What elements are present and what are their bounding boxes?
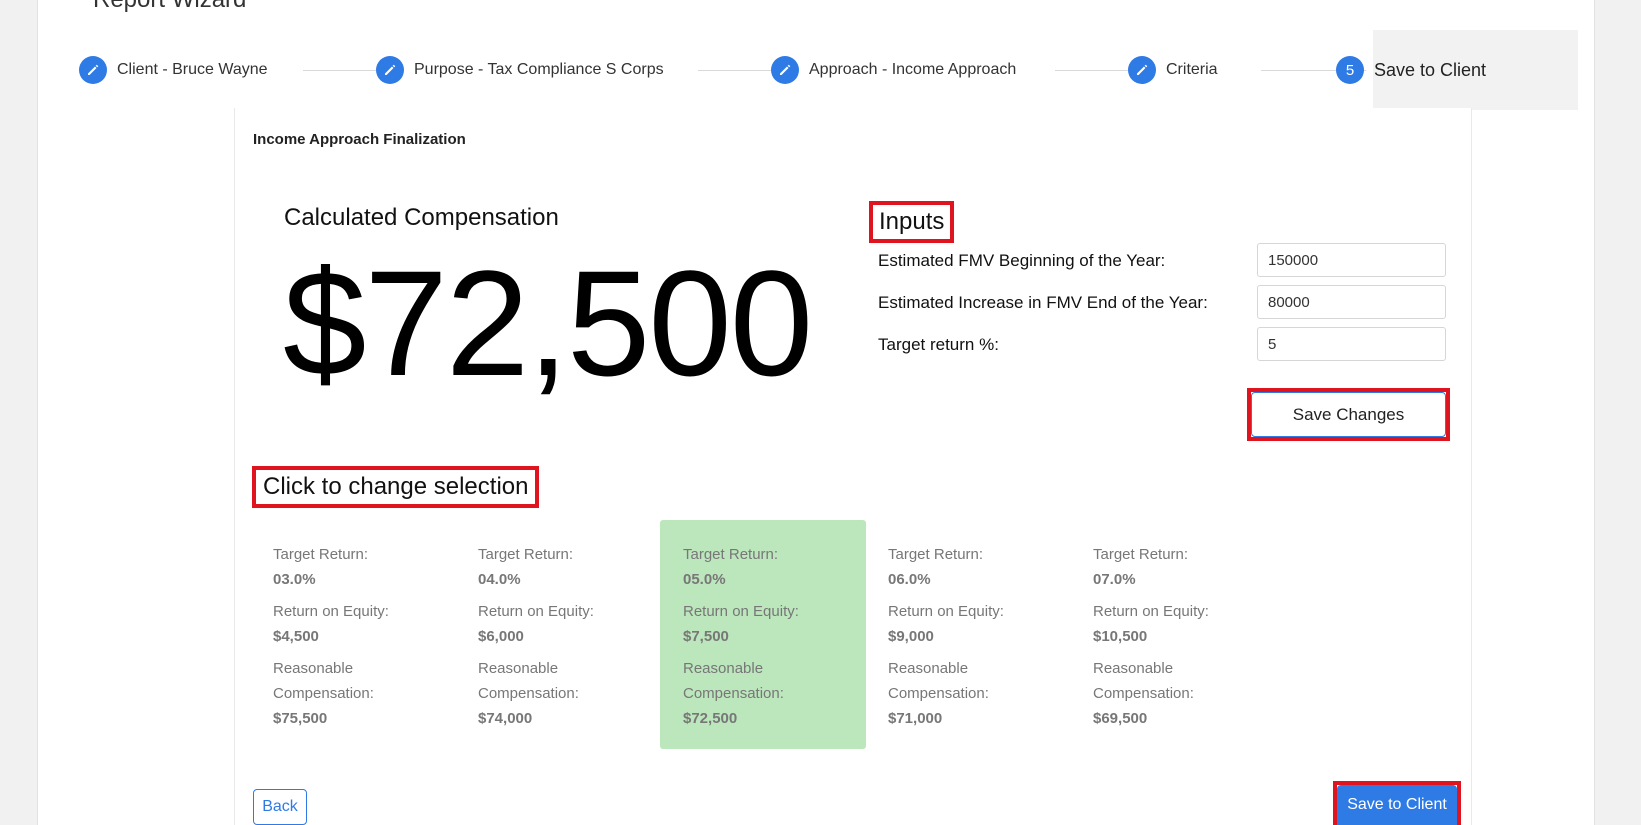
calculated-compensation-label: Calculated Compensation	[284, 204, 559, 231]
target-return-label: Target return %:	[878, 335, 999, 354]
compensation-label-line2: Compensation:	[888, 685, 989, 702]
pencil-icon	[771, 56, 799, 84]
pencil-icon	[79, 56, 107, 84]
wizard-stepper: Client - Bruce Wayne Purpose - Tax Compl…	[38, 30, 1596, 110]
back-button[interactable]: Back	[253, 789, 307, 825]
step-label: Purpose - Tax Compliance S Corps	[414, 61, 664, 78]
compensation-label-line2: Compensation:	[1093, 685, 1194, 702]
target-return-label: Target Return:	[1093, 546, 1189, 563]
compensation-value: $71,000	[888, 710, 943, 727]
target-return-value: 07.0%	[1093, 571, 1136, 588]
target-return-value: 04.0%	[478, 571, 521, 588]
compensation-label-line2: Compensation:	[478, 685, 579, 702]
compensation-value: $72,500	[683, 710, 738, 727]
target-return-label: Target Return:	[888, 546, 984, 563]
step-label: Save to Client	[1374, 59, 1487, 80]
step-number: 5	[1336, 56, 1364, 84]
report-wizard-card: Report Wizard Client - Bruce Wayne Purpo…	[37, 0, 1595, 825]
option-card-6pct[interactable]: Target Return: 06.0% Return on Equity: $…	[865, 520, 1071, 749]
step-label: Criteria	[1166, 61, 1218, 78]
roe-value: $7,500	[683, 628, 729, 645]
compensation-value: $75,500	[273, 710, 328, 727]
page-title: Report Wizard	[93, 0, 246, 14]
compensation-label-line1: Reasonable	[273, 660, 354, 677]
save-changes-button[interactable]: Save Changes	[1251, 392, 1446, 437]
fmv-beginning-label: Estimated FMV Beginning of the Year:	[878, 251, 1166, 270]
compensation-label-line1: Reasonable	[888, 660, 969, 677]
compensation-label-line1: Reasonable	[683, 660, 764, 677]
fmv-increase-label: Estimated Increase in FMV End of the Yea…	[878, 293, 1208, 312]
roe-value: $9,000	[888, 628, 934, 645]
roe-label: Return on Equity:	[1093, 603, 1209, 620]
target-return-label: Target Return:	[683, 546, 779, 563]
roe-label: Return on Equity:	[888, 603, 1004, 620]
option-card-3pct[interactable]: Target Return: 03.0% Return on Equity: $…	[250, 520, 456, 749]
pencil-icon	[376, 56, 404, 84]
target-return-value: 06.0%	[888, 571, 931, 588]
roe-label: Return on Equity:	[478, 603, 594, 620]
target-return-label: Target Return:	[273, 546, 369, 563]
compensation-value: $69,500	[1093, 710, 1148, 727]
roe-value: $10,500	[1093, 628, 1148, 645]
step-save-to-client[interactable]: 5 Save to Client	[1336, 55, 1496, 85]
step-label: Client - Bruce Wayne	[117, 61, 268, 78]
roe-label: Return on Equity:	[683, 603, 799, 620]
roe-value: $6,000	[478, 628, 524, 645]
target-return-input[interactable]	[1257, 327, 1446, 361]
income-approach-panel: Income Approach Finalization Calculated …	[234, 108, 1472, 825]
target-return-label: Target Return:	[478, 546, 574, 563]
calculated-compensation-value: $72,500	[283, 239, 813, 407]
option-card-7pct[interactable]: Target Return: 07.0% Return on Equity: $…	[1070, 520, 1276, 749]
target-return-value: 05.0%	[683, 571, 726, 588]
option-card-5pct[interactable]: Target Return: 05.0% Return on Equity: $…	[660, 520, 866, 749]
step-purpose[interactable]: Purpose - Tax Compliance S Corps	[376, 55, 674, 85]
inputs-heading: Inputs	[869, 201, 955, 243]
compensation-value: $74,000	[478, 710, 533, 727]
step-client[interactable]: Client - Bruce Wayne	[79, 55, 278, 85]
step-criteria[interactable]: Criteria	[1128, 55, 1228, 85]
section-title: Income Approach Finalization	[253, 131, 466, 148]
fmv-increase-input[interactable]	[1257, 285, 1446, 319]
pencil-icon	[1128, 56, 1156, 84]
compensation-label-line1: Reasonable	[1093, 660, 1174, 677]
roe-value: $4,500	[273, 628, 319, 645]
compensation-label-line2: Compensation:	[683, 685, 784, 702]
change-selection-heading: Click to change selection	[252, 466, 540, 508]
target-return-value: 03.0%	[273, 571, 316, 588]
option-card-4pct[interactable]: Target Return: 04.0% Return on Equity: $…	[455, 520, 661, 749]
compensation-label-line2: Compensation:	[273, 685, 374, 702]
step-approach[interactable]: Approach - Income Approach	[771, 55, 1027, 85]
fmv-beginning-input[interactable]	[1257, 243, 1446, 277]
compensation-label-line1: Reasonable	[478, 660, 559, 677]
step-label: Approach - Income Approach	[809, 61, 1017, 78]
save-to-client-button[interactable]: Save to Client	[1337, 785, 1457, 825]
roe-label: Return on Equity:	[273, 603, 389, 620]
